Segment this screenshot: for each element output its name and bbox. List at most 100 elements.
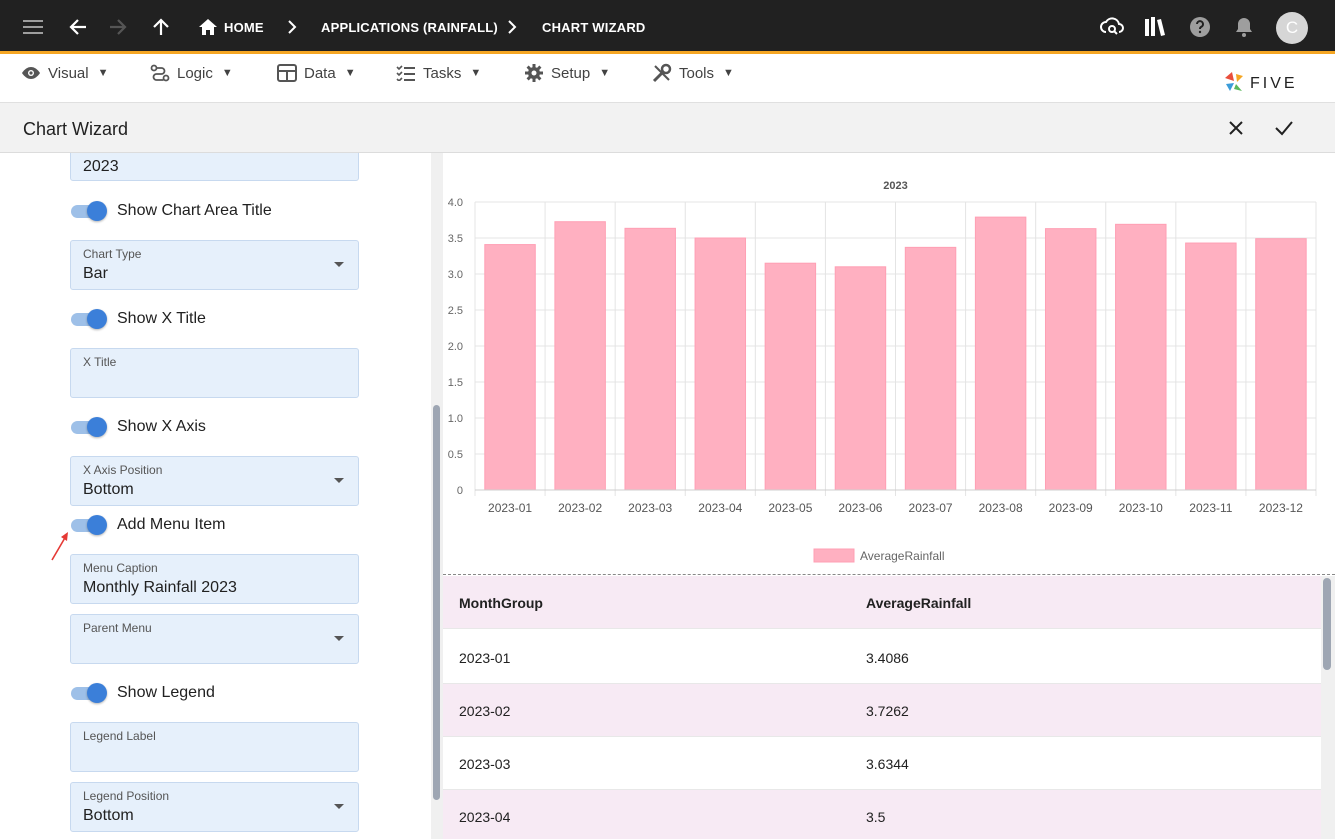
bar-2023-05 (764, 262, 817, 491)
forward-arrow-icon[interactable] (106, 15, 130, 39)
table-row[interactable]: 2023-02 3.7262 (443, 684, 1321, 737)
main-menu-bar: Visual ▼ Logic ▼ Data ▼ Tasks ▼ Setup ▼ Tools… (0, 54, 1335, 103)
eye-icon (22, 67, 40, 79)
column-header-monthgroup[interactable]: MonthGroup (459, 595, 543, 611)
gear-icon (525, 64, 543, 82)
legend-label-field[interactable]: Legend Label (70, 722, 359, 772)
parent-menu-select[interactable]: Parent Menu (70, 614, 359, 664)
y-tick-label: 1.0 (448, 413, 463, 425)
menu-setup[interactable]: Setup ▼ (524, 62, 610, 84)
page-title: Chart Wizard (23, 119, 129, 139)
show-x-axis-label: Show X Axis (117, 418, 206, 435)
show-x-title-toggle[interactable] (70, 308, 108, 330)
menu-visual[interactable]: Visual ▼ (21, 62, 108, 84)
show-chart-area-title-toggle[interactable] (70, 200, 108, 222)
table-cell: 3.6344 (866, 756, 909, 772)
add-menu-item-toggle-row: Add Menu Item (70, 513, 226, 537)
x-axis-position-value: Bottom (83, 481, 134, 498)
table-cell: 3.5 (866, 809, 886, 825)
legend-position-value: Bottom (83, 807, 134, 824)
table-scrollbar-thumb[interactable] (1323, 578, 1331, 670)
parent-menu-label: Parent Menu (83, 621, 152, 635)
breadcrumb-applications[interactable]: APPLICATIONS (RAINFALL) (321, 20, 498, 35)
chart-area-title-field[interactable]: 2023 (70, 153, 359, 181)
bar-chart: 2023 0 0.5 1.0 1.5 2.0 2.5 3.0 3.5 4.0 2023-01 2023… (448, 180, 1317, 563)
avatar[interactable]: C (1276, 12, 1308, 44)
menu-logic-label: Logic (177, 64, 213, 82)
menu-tools[interactable]: Tools ▼ (652, 62, 734, 84)
chart-type-label: Chart Type (83, 247, 142, 261)
y-tick-label: 0.5 (448, 449, 463, 461)
menu-setup-label: Setup (551, 64, 591, 82)
y-tick-label: 2.5 (448, 305, 463, 317)
table-row[interactable]: 2023-03 3.6344 (443, 737, 1321, 790)
y-tick-label: 3.0 (448, 269, 463, 281)
dropdown-arrow-icon (334, 804, 344, 809)
menu-tasks[interactable]: Tasks ▼ (396, 62, 481, 84)
table-row[interactable]: 2023-01 3.4086 (443, 631, 1321, 684)
y-tick-label: 2.0 (448, 341, 463, 353)
caret-down-icon: ▼ (221, 67, 233, 79)
add-menu-item-toggle[interactable] (70, 514, 108, 536)
x-tick-label: 2023-11 (1189, 501, 1232, 515)
show-legend-toggle-row: Show Legend (70, 681, 215, 705)
bar-2023-11 (1185, 242, 1237, 491)
menu-tasks-label: Tasks (423, 64, 462, 82)
table-row[interactable]: 2023-04 3.5 (443, 790, 1321, 839)
cloud-search-icon[interactable] (1100, 15, 1124, 39)
show-legend-toggle[interactable] (70, 682, 108, 704)
bar-2023-03 (624, 227, 676, 491)
form-title-bar: Chart Wizard (0, 103, 1335, 153)
x-tick-label: 2023-01 (488, 501, 532, 515)
logic-icon (150, 64, 170, 82)
y-tick-label: 1.5 (448, 377, 463, 389)
form-scrollbar-thumb[interactable] (433, 405, 440, 800)
table-cell: 2023-03 (459, 756, 511, 772)
caret-down-icon: ▼ (97, 67, 109, 79)
add-menu-item-label: Add Menu Item (117, 516, 226, 533)
x-title-field[interactable]: X Title (70, 348, 359, 398)
legend-position-select[interactable]: Legend Position Bottom (70, 782, 359, 832)
x-tick-label: 2023-09 (1049, 501, 1093, 515)
chart-type-select[interactable]: Chart Type Bar (70, 240, 359, 290)
breadcrumb-chart-wizard[interactable]: CHART WIZARD (542, 20, 646, 35)
x-axis-position-select[interactable]: X Axis Position Bottom (70, 456, 359, 506)
library-books-icon[interactable] (1143, 15, 1167, 39)
data-table: MonthGroup AverageRainfall 2023-01 3.408… (443, 576, 1321, 839)
x-title-label: X Title (83, 355, 117, 369)
menu-data[interactable]: Data ▼ (277, 62, 356, 84)
back-arrow-icon[interactable] (66, 15, 90, 39)
caret-down-icon: ▼ (723, 67, 734, 79)
up-arrow-icon[interactable] (149, 15, 173, 39)
y-tick-label: 0 (457, 485, 463, 497)
bar-2023-08 (974, 216, 1027, 491)
legend-label: AverageRainfall (860, 549, 945, 563)
tasks-icon (396, 65, 415, 81)
menu-visual-label: Visual (48, 64, 89, 82)
menu-logic[interactable]: Logic ▼ (150, 62, 233, 84)
home-icon[interactable] (196, 15, 220, 39)
x-tick-label: 2023-08 (979, 501, 1023, 515)
x-tick-label: 2023-06 (838, 501, 882, 515)
help-icon[interactable] (1188, 15, 1212, 39)
bar-2023-12 (1255, 238, 1307, 491)
confirm-button[interactable] (1272, 116, 1296, 140)
y-tick-label: 4.0 (448, 197, 463, 209)
chevron-right-icon (280, 15, 304, 39)
bar-2023-07 (904, 246, 957, 491)
menu-caption-field[interactable]: Menu Caption Monthly Rainfall 2023 (70, 554, 359, 604)
show-x-axis-toggle-row: Show X Axis (70, 415, 206, 439)
close-button[interactable] (1224, 116, 1248, 140)
five-logo: FIVE (1222, 70, 1314, 96)
show-x-axis-toggle[interactable] (70, 416, 108, 438)
menu-caption-label: Menu Caption (83, 561, 158, 575)
hamburger-menu-icon[interactable] (22, 15, 46, 39)
caret-down-icon: ▼ (470, 67, 482, 79)
bell-icon[interactable] (1232, 15, 1256, 39)
x-tick-label: 2023-07 (909, 501, 953, 515)
bar-2023-10 (1115, 223, 1167, 491)
column-header-averagerainfall[interactable]: AverageRainfall (866, 595, 971, 611)
dropdown-arrow-icon (334, 478, 344, 483)
breadcrumb-home[interactable]: HOME (224, 20, 264, 35)
close-icon (1229, 121, 1243, 135)
